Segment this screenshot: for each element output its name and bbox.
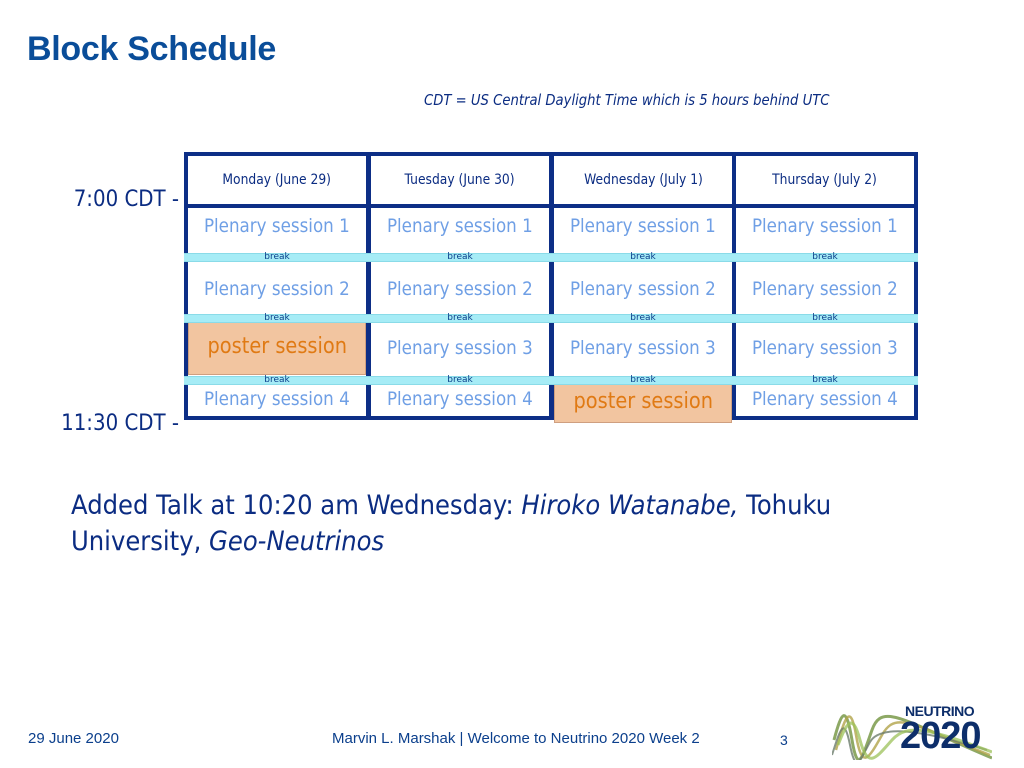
plenary-session-slot: Plenary session 3 (736, 322, 914, 374)
poster-session-slot: poster session (554, 379, 732, 423)
break-bar: break (367, 314, 553, 323)
timezone-note: CDT = US Central Daylight Time which is … (424, 91, 830, 109)
break-label: break (264, 252, 290, 262)
day-column: Thursday (July 2) Plenary session 1 Plenar… (732, 152, 918, 420)
break-bar: break (732, 314, 918, 323)
plenary-session-slot: Plenary session 1 (188, 204, 366, 248)
day-column: Monday (June 29) Plenary session 1 Plenary… (184, 152, 370, 420)
session-label: Plenary session 4 (387, 388, 533, 410)
break-label: break (812, 313, 838, 323)
plenary-session-slot: Plenary session 1 (554, 204, 732, 248)
day-header-label: Tuesday (June 30) (404, 172, 516, 188)
break-label: break (630, 375, 656, 385)
plenary-session-slot: Plenary session 4 (736, 380, 914, 418)
break-label: break (447, 252, 473, 262)
session-label: Plenary session 4 (752, 388, 898, 410)
break-bar: break (732, 376, 918, 385)
session-label: Plenary session 3 (752, 337, 898, 359)
session-label: Plenary session 1 (204, 215, 350, 237)
break-bar: break (367, 253, 553, 262)
added-talk-announcement: Added Talk at 10:20 am Wednesday: Hiroko… (71, 488, 881, 560)
time-end-label: 11:30 CDT - (61, 411, 179, 436)
day-header: Wednesday (July 1) (554, 156, 732, 208)
break-label: break (812, 252, 838, 262)
announcement-speaker: Hiroko Watanabe, (521, 490, 739, 521)
day-header: Monday (June 29) (188, 156, 366, 208)
plenary-session-slot: Plenary session 2 (736, 266, 914, 312)
break-bar: break (550, 314, 736, 323)
plenary-session-slot: Plenary session 1 (371, 204, 549, 248)
plenary-session-slot: Plenary session 1 (736, 204, 914, 248)
break-label: break (812, 375, 838, 385)
plenary-session-slot: Plenary session 4 (188, 380, 366, 418)
day-column: Tuesday (June 30) Plenary session 1 Plenar… (367, 152, 553, 420)
announcement-topic: Geo-Neutrinos (209, 526, 385, 557)
plenary-session-slot: Plenary session 2 (554, 266, 732, 312)
day-column: Wednesday (July 1) Plenary session 1 Plena… (550, 152, 736, 423)
session-label: Plenary session 2 (204, 278, 350, 300)
break-label: break (264, 313, 290, 323)
break-bar: break (550, 253, 736, 262)
day-header-label: Wednesday (July 1) (583, 172, 703, 188)
plenary-session-slot: Plenary session 4 (371, 380, 549, 418)
schedule-grid: Monday (June 29) Plenary session 1 Plenary… (184, 152, 918, 424)
break-label: break (264, 375, 290, 385)
footer-presenter: Marvin L. Marshak | Welcome to Neutrino … (332, 730, 700, 747)
announcement-prefix: Added Talk at 10:20 am Wednesday: (71, 490, 522, 521)
session-label: Plenary session 2 (570, 278, 716, 300)
session-label: poster session (207, 333, 347, 359)
logo-year: 2020 (900, 715, 982, 757)
poster-session-slot: poster session (188, 317, 366, 375)
day-header-label: Thursday (July 2) (772, 172, 878, 188)
slide-title: Block Schedule (27, 30, 276, 68)
plenary-session-slot: Plenary session 2 (371, 266, 549, 312)
break-bar: break (184, 314, 370, 323)
session-label: Plenary session 4 (204, 388, 350, 410)
break-label: break (630, 313, 656, 323)
footer-date: 29 June 2020 (28, 730, 119, 747)
break-label: break (447, 375, 473, 385)
break-bar: break (184, 253, 370, 262)
session-label: Plenary session 2 (752, 278, 898, 300)
page-number: 3 (780, 732, 788, 748)
day-header: Thursday (July 2) (736, 156, 914, 208)
session-label: Plenary session 1 (387, 215, 533, 237)
break-bar: break (732, 253, 918, 262)
break-bar: break (367, 376, 553, 385)
break-label: break (630, 252, 656, 262)
plenary-session-slot: Plenary session 2 (188, 266, 366, 312)
session-label: Plenary session 3 (570, 337, 716, 359)
session-label: Plenary session 1 (752, 215, 898, 237)
session-label: Plenary session 3 (387, 337, 533, 359)
break-label: break (447, 313, 473, 323)
day-header-label: Monday (June 29) (222, 172, 332, 188)
break-bar: break (550, 376, 736, 385)
session-label: poster session (573, 388, 713, 414)
session-label: Plenary session 2 (387, 278, 533, 300)
day-header: Tuesday (June 30) (371, 156, 549, 208)
session-label: Plenary session 1 (570, 215, 716, 237)
time-start-label: 7:00 CDT - (73, 187, 179, 212)
plenary-session-slot: Plenary session 3 (554, 322, 732, 374)
break-bar: break (184, 376, 370, 385)
plenary-session-slot: Plenary session 3 (371, 322, 549, 374)
